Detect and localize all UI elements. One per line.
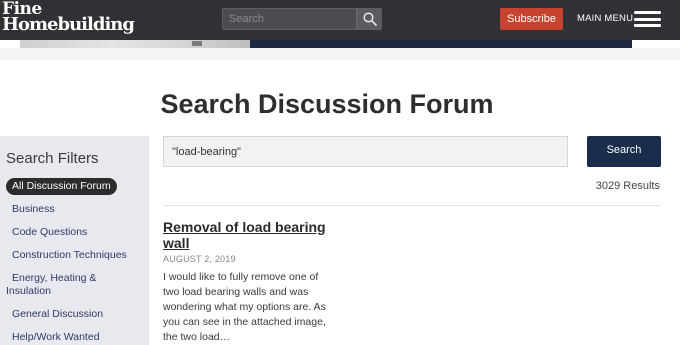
search-filters-sidebar: Search Filters All Discussion Forum Busi… (0, 136, 149, 345)
hamburger-menu-icon[interactable] (634, 11, 661, 27)
top-navigation-bar: Fine Homebuilding Subscribe MAIN MENU (0, 0, 680, 40)
results-count: 3029 Results (595, 180, 660, 192)
subscribe-button[interactable]: Subscribe (500, 8, 563, 30)
search-icon (362, 12, 377, 26)
page-title: Search Discussion Forum (160, 89, 494, 119)
search-filters-title: Search Filters (6, 150, 99, 167)
filter-energy-heating-insulation[interactable]: Energy, Heating & Insulation (6, 272, 116, 298)
banner-image-detail (192, 41, 202, 46)
filter-all-discussion-forum[interactable]: All Discussion Forum (6, 178, 117, 195)
header-search (222, 8, 382, 30)
logo-line-2: Homebuilding (2, 14, 135, 35)
result-excerpt: I would like to fully remove one of two … (163, 271, 326, 343)
filter-help-work-wanted[interactable]: Help/Work Wanted (12, 331, 100, 344)
header-search-input[interactable] (223, 9, 355, 29)
result-date: AUGUST 2, 2019 (163, 254, 236, 264)
banner-image (20, 40, 250, 48)
site-logo[interactable]: Fine Homebuilding (2, 1, 135, 37)
filter-code-questions[interactable]: Code Questions (12, 226, 87, 239)
forum-search-button[interactable]: Search (587, 136, 661, 167)
banner-background (0, 48, 680, 60)
filter-business[interactable]: Business (12, 203, 55, 216)
header-search-button[interactable] (356, 9, 382, 29)
results-divider (163, 205, 661, 206)
main-menu-label[interactable]: MAIN MENU (577, 13, 633, 24)
ad-banner[interactable] (20, 40, 632, 48)
result-title-link[interactable]: Removal of load bearing wall (163, 219, 333, 251)
filter-construction-techniques[interactable]: Construction Techniques (12, 249, 127, 262)
filter-general-discussion[interactable]: General Discussion (12, 308, 103, 321)
forum-search-input[interactable] (163, 136, 568, 167)
